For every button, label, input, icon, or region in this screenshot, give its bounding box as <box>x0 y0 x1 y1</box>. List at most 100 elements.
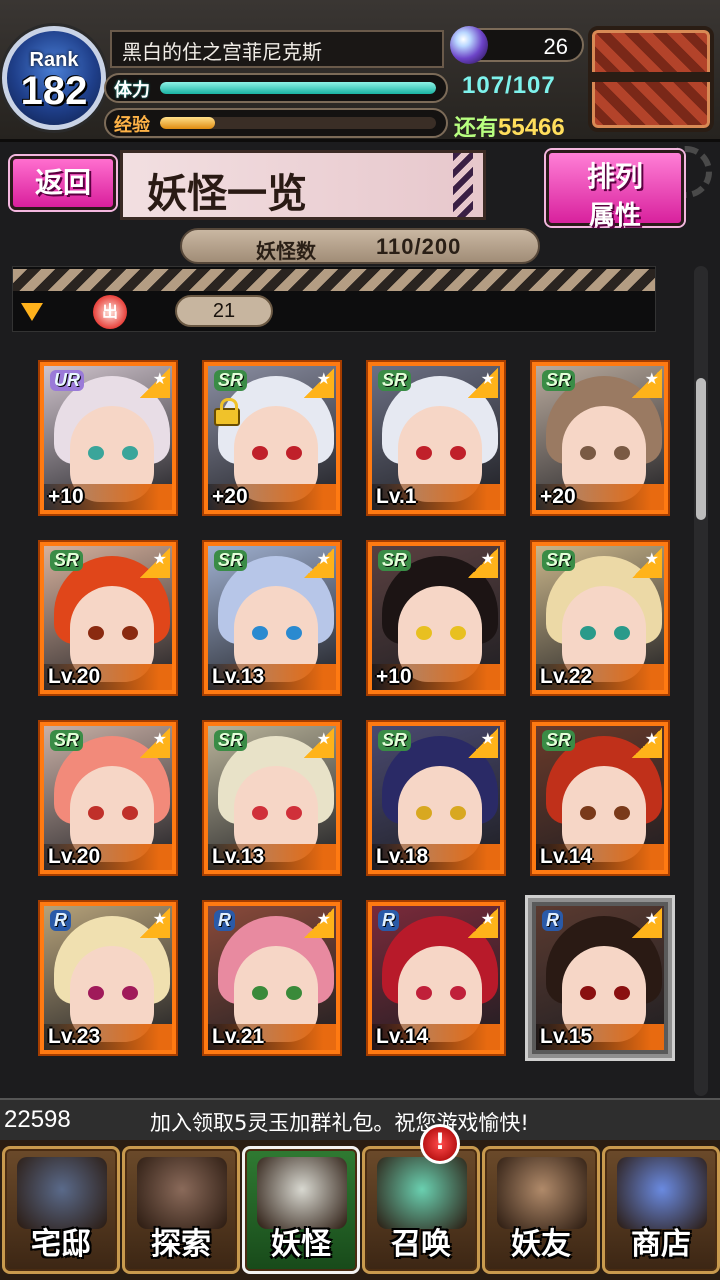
card-level: +10 <box>44 484 172 510</box>
monster-card[interactable]: SR ★ Lv.13 <box>204 542 340 694</box>
stamina-bar: 体力 <box>104 73 448 103</box>
ticker-message: 加入领取5灵玉加群礼包。祝您游戏愉快! <box>150 1111 529 1135</box>
rarity-badge: R <box>214 910 235 931</box>
page-title: 妖怪一览 <box>147 171 307 217</box>
gem-counter[interactable]: 26 <box>450 26 584 64</box>
monster-count-label: 妖怪数 <box>256 239 316 263</box>
rarity-badge: SR <box>50 730 84 751</box>
rank-value: 182 <box>20 69 88 113</box>
monster-card[interactable]: R ★ Lv.23 <box>40 902 176 1054</box>
monster-card[interactable]: SR ★ Lv.22 <box>532 542 668 694</box>
star-icon: ★ <box>304 368 334 398</box>
title-banner: 妖怪一览 <box>120 150 486 220</box>
rarity-badge: R <box>542 910 563 931</box>
treasure-chest-icon[interactable] <box>588 26 714 132</box>
nav-label: 探索 <box>151 1227 211 1262</box>
exp-fill <box>160 117 216 129</box>
card-level: Lv.21 <box>208 1024 336 1050</box>
monster-card[interactable]: SR ★ Lv.20 <box>40 722 176 874</box>
bottom-nav: 宅邸 探索 妖怪 召唤 妖友 商店 <box>0 1140 720 1280</box>
portrait-eye <box>122 986 138 1000</box>
scrollbar[interactable] <box>694 266 708 1096</box>
portrait-eye <box>580 446 596 460</box>
nav-label: 妖友 <box>511 1227 571 1262</box>
exp-remaining-prefix: 还有 <box>454 116 499 141</box>
rarity-badge: SR <box>214 730 248 751</box>
portrait-eye <box>252 626 268 640</box>
player-name: 黑白的住之宫菲尼克斯 <box>110 30 444 68</box>
stamina-fill <box>160 82 436 94</box>
portrait-eye <box>416 806 432 820</box>
monster-card[interactable]: SR ★ +20 <box>532 362 668 514</box>
card-level: Lv.14 <box>372 1024 500 1050</box>
monster-card[interactable]: R ★ Lv.15 <box>532 902 668 1054</box>
sort-label: 排列 <box>586 160 643 193</box>
star-icon: ★ <box>140 908 170 938</box>
card-level: +20 <box>536 484 664 510</box>
portrait-eye <box>580 806 596 820</box>
rarity-badge: SR <box>542 370 576 391</box>
monster-card[interactable]: SR ★ +20 <box>204 362 340 514</box>
portrait-eye <box>614 986 630 1000</box>
dropdown-triangle-icon[interactable] <box>21 303 43 321</box>
rank-badge[interactable]: Rank 182 <box>2 26 106 130</box>
portrait-eye <box>88 986 104 1000</box>
portrait-eye <box>88 626 104 640</box>
news-ticker: 22598 加入领取5灵玉加群礼包。祝您游戏愉快! <box>0 1098 720 1140</box>
portrait-eye <box>416 986 432 1000</box>
nav-mansion-button[interactable]: 宅邸 <box>2 1146 120 1274</box>
nav-monsters-button[interactable]: 妖怪 <box>242 1146 360 1274</box>
deploy-icon[interactable]: 出 <box>93 295 127 329</box>
portrait-eye <box>286 626 302 640</box>
nav-label: 召唤 <box>391 1227 451 1262</box>
monster-card[interactable]: SR ★ Lv.13 <box>204 722 340 874</box>
stamina-value: 107/107 <box>462 72 556 99</box>
monster-card[interactable]: R ★ Lv.21 <box>204 902 340 1054</box>
scroll-thumb[interactable] <box>696 378 706 520</box>
exp-remaining-value: 55466 <box>498 114 565 141</box>
portrait-eye <box>252 446 268 460</box>
monster-card[interactable]: R ★ Lv.14 <box>368 902 504 1054</box>
monster-card[interactable]: UR ★ +10 <box>40 362 176 514</box>
star-icon: ★ <box>140 548 170 578</box>
card-level: Lv.18 <box>372 844 500 870</box>
portrait-eye <box>580 626 596 640</box>
star-icon: ★ <box>632 548 662 578</box>
ticker-number: 22598 <box>4 1106 71 1133</box>
card-level: Lv.15 <box>536 1024 664 1050</box>
nav-shop-button[interactable]: 商店 <box>602 1146 720 1274</box>
portrait-eye <box>416 446 432 460</box>
nav-explore-button[interactable]: 探索 <box>122 1146 240 1274</box>
nav-friends-button[interactable]: 妖友 <box>482 1146 600 1274</box>
star-icon: ★ <box>140 368 170 398</box>
portrait-eye <box>286 446 302 460</box>
monster-card[interactable]: SR ★ Lv.20 <box>40 542 176 694</box>
spirit-gem-icon <box>450 26 488 64</box>
rarity-badge: UR <box>50 370 84 391</box>
portrait-eye <box>614 806 630 820</box>
monster-card[interactable]: SR ★ +10 <box>368 542 504 694</box>
star-icon: ★ <box>468 368 498 398</box>
exp-remaining: 还有55466 <box>454 110 565 142</box>
nav-label: 商店 <box>631 1227 691 1262</box>
nav-summon-button[interactable]: 召唤 <box>362 1146 480 1274</box>
monster-count-bar: 妖怪数 110/200 <box>180 228 540 264</box>
rarity-badge: SR <box>214 370 248 391</box>
monster-card[interactable]: SR ★ Lv.1 <box>368 362 504 514</box>
portrait-eye <box>252 806 268 820</box>
monster-card[interactable]: SR ★ Lv.14 <box>532 722 668 874</box>
rarity-badge: SR <box>542 550 576 571</box>
star-icon: ★ <box>468 548 498 578</box>
star-icon: ★ <box>632 728 662 758</box>
star-icon: ★ <box>468 908 498 938</box>
star-icon: ★ <box>632 368 662 398</box>
portrait-eye <box>416 626 432 640</box>
portrait-eye <box>450 986 466 1000</box>
star-icon: ★ <box>140 728 170 758</box>
nav-label: 宅邸 <box>31 1227 91 1262</box>
monster-card[interactable]: SR ★ Lv.18 <box>368 722 504 874</box>
sort-button[interactable]: 排列 属性 <box>546 150 684 231</box>
card-level: Lv.23 <box>44 1024 172 1050</box>
back-button[interactable]: 返回 <box>10 156 116 210</box>
filter-bar: 出 21 <box>12 266 656 332</box>
